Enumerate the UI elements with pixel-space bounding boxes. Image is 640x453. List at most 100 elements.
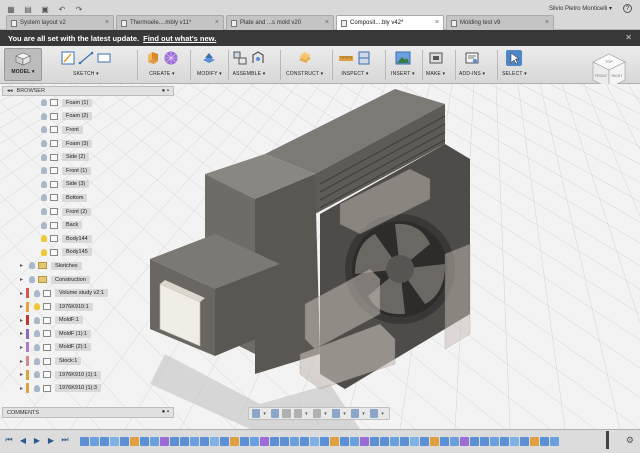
create-group[interactable]: CREATE ▾ bbox=[145, 48, 179, 82]
browser-item[interactable]: Side (2) bbox=[2, 150, 174, 164]
new-component-icon[interactable] bbox=[232, 50, 248, 66]
select-cursor-icon[interactable] bbox=[506, 50, 523, 66]
timeline-feature-icon[interactable] bbox=[140, 436, 149, 446]
timeline-feature-icon[interactable] bbox=[90, 436, 99, 446]
file-icon[interactable]: ▤ bbox=[21, 4, 35, 15]
timeline-feature-icon[interactable] bbox=[320, 436, 329, 446]
insert-image-icon[interactable] bbox=[395, 50, 411, 66]
visibility-bulb-icon[interactable] bbox=[34, 289, 40, 297]
form-icon[interactable] bbox=[163, 50, 179, 66]
timeline-feature-icon[interactable] bbox=[230, 436, 239, 446]
browser-item[interactable]: Front (1) bbox=[2, 164, 174, 178]
timeline-feature-icon[interactable] bbox=[470, 436, 479, 446]
timeline-feature-icon[interactable] bbox=[290, 436, 299, 446]
sketch-group[interactable]: SKETCH ▾ bbox=[60, 48, 112, 82]
timeline-feature-icon[interactable] bbox=[130, 436, 139, 446]
timeline-feature-icon[interactable] bbox=[110, 436, 119, 446]
timeline-feature-icon[interactable] bbox=[210, 436, 219, 446]
insert-group[interactable]: INSERT ▾ bbox=[391, 48, 415, 82]
visibility-bulb-icon[interactable] bbox=[41, 167, 47, 175]
close-tab-icon[interactable]: × bbox=[215, 19, 219, 26]
close-tab-icon[interactable]: × bbox=[435, 19, 439, 26]
visibility-bulb-icon[interactable] bbox=[34, 316, 40, 324]
timeline-feature-icon[interactable] bbox=[350, 436, 359, 446]
visibility-bulb-icon[interactable] bbox=[41, 235, 47, 243]
visibility-bulb-icon[interactable] bbox=[34, 303, 40, 311]
save-icon[interactable]: ▣ bbox=[38, 4, 52, 15]
timeline-feature-icon[interactable] bbox=[300, 436, 309, 446]
timeline-feature-icon[interactable] bbox=[520, 436, 529, 446]
visibility-bulb-icon[interactable] bbox=[34, 371, 40, 379]
browser-item[interactable]: Bottom bbox=[2, 191, 174, 205]
browser-controls[interactable]: ● ▪ bbox=[162, 88, 169, 94]
close-tab-icon[interactable]: × bbox=[545, 19, 549, 26]
inspect-group[interactable]: INSPECT ▾ bbox=[338, 48, 372, 82]
timeline-feature-icon[interactable] bbox=[410, 436, 419, 446]
dropdown-icon[interactable]: ▾ bbox=[381, 411, 386, 417]
modify-group[interactable]: MODIFY ▾ bbox=[197, 48, 222, 82]
timeline-feature-icon[interactable] bbox=[550, 436, 559, 446]
visibility-bulb-icon[interactable] bbox=[41, 140, 47, 148]
browser-header[interactable]: ◂◂ BROWSER ● ▪ bbox=[2, 86, 174, 96]
timeline-feature-icon[interactable] bbox=[240, 436, 249, 446]
dropdown-icon[interactable]: ▾ bbox=[362, 411, 367, 417]
timeline-feature-icon[interactable] bbox=[370, 436, 379, 446]
browser-item[interactable]: Back bbox=[2, 218, 174, 232]
dropdown-icon[interactable]: ▾ bbox=[324, 411, 329, 417]
select-group[interactable]: SELECT ▾ bbox=[502, 48, 527, 82]
dropdown-icon[interactable]: ▾ bbox=[305, 411, 310, 417]
document-tab[interactable]: Plate and ...s mold v20 × bbox=[226, 15, 334, 30]
browser-item[interactable]: Foam (3) bbox=[2, 137, 174, 151]
3d-print-icon[interactable] bbox=[428, 50, 444, 66]
scripts-icon[interactable] bbox=[464, 50, 480, 66]
browser-item[interactable]: ▸ Volume study v2:1 bbox=[2, 286, 174, 300]
measure-icon[interactable] bbox=[338, 50, 354, 66]
whats-new-link[interactable]: Find out what's new. bbox=[143, 34, 216, 43]
document-tab[interactable]: Thermoele....mbly v11* × bbox=[116, 15, 224, 30]
user-menu[interactable]: Silvio Pietro Monticelli ▾ bbox=[549, 5, 612, 12]
visibility-bulb-icon[interactable] bbox=[41, 112, 47, 120]
timeline-feature-icon[interactable] bbox=[440, 436, 449, 446]
orbit-icon[interactable] bbox=[252, 409, 261, 418]
document-tab[interactable]: Molding test v9 × bbox=[446, 15, 554, 30]
display-settings-icon[interactable] bbox=[331, 409, 341, 418]
timeline-marker[interactable] bbox=[606, 431, 609, 449]
browser-item[interactable]: ▸ MoldF (1):1 bbox=[2, 327, 174, 341]
browser-item[interactable]: Foam (1) bbox=[2, 96, 174, 110]
expand-arrow-icon[interactable]: ▸ bbox=[20, 276, 26, 283]
browser-item[interactable]: ▸ 1976K910 (1):3 bbox=[2, 381, 174, 395]
timeline-feature-icon[interactable] bbox=[100, 436, 109, 446]
timeline-feature-icon[interactable] bbox=[420, 436, 429, 446]
browser-item[interactable]: Side (3) bbox=[2, 178, 174, 192]
timeline-feature-icon[interactable] bbox=[340, 436, 349, 446]
timeline-feature-icon[interactable] bbox=[250, 436, 259, 446]
browser-item[interactable]: Front bbox=[2, 123, 174, 137]
zoom-icon[interactable] bbox=[293, 409, 303, 418]
viewports-icon[interactable] bbox=[369, 409, 379, 418]
timeline-feature-icon[interactable] bbox=[280, 436, 289, 446]
make-group[interactable]: MAKE ▾ bbox=[426, 48, 445, 82]
assemble-group[interactable]: ASSEMBLE ▾ bbox=[232, 48, 266, 82]
browser-item[interactable]: Body145 bbox=[2, 246, 174, 260]
visibility-bulb-icon[interactable] bbox=[29, 276, 35, 284]
timeline-feature-icon[interactable] bbox=[380, 436, 389, 446]
timeline-feature-icon[interactable] bbox=[530, 436, 539, 446]
timeline-track[interactable] bbox=[80, 434, 615, 448]
grid-settings-icon[interactable] bbox=[350, 409, 360, 418]
browser-item[interactable]: ▸ 1976K910 (1):1 bbox=[2, 368, 174, 382]
visibility-bulb-icon[interactable] bbox=[34, 357, 40, 365]
timeline-feature-icon[interactable] bbox=[430, 436, 439, 446]
rectangle-icon[interactable] bbox=[96, 50, 112, 66]
construct-group[interactable]: CONSTRUCT ▾ bbox=[286, 48, 323, 82]
help-icon[interactable]: ? bbox=[623, 4, 632, 13]
comments-panel[interactable]: COMMENTS ● ▪ bbox=[2, 407, 174, 418]
comments-controls[interactable]: ● ▪ bbox=[162, 409, 169, 415]
dropdown-icon[interactable]: ▾ bbox=[343, 411, 348, 417]
3d-model[interactable] bbox=[150, 89, 471, 390]
timeline-feature-icon[interactable] bbox=[540, 436, 549, 446]
timeline-feature-icon[interactable] bbox=[270, 436, 279, 446]
visibility-bulb-icon[interactable] bbox=[41, 180, 47, 188]
visibility-bulb-icon[interactable] bbox=[41, 153, 47, 161]
collapse-browser-icon[interactable]: ◂◂ bbox=[7, 88, 13, 94]
grid-icon[interactable]: ▦ bbox=[4, 4, 18, 15]
